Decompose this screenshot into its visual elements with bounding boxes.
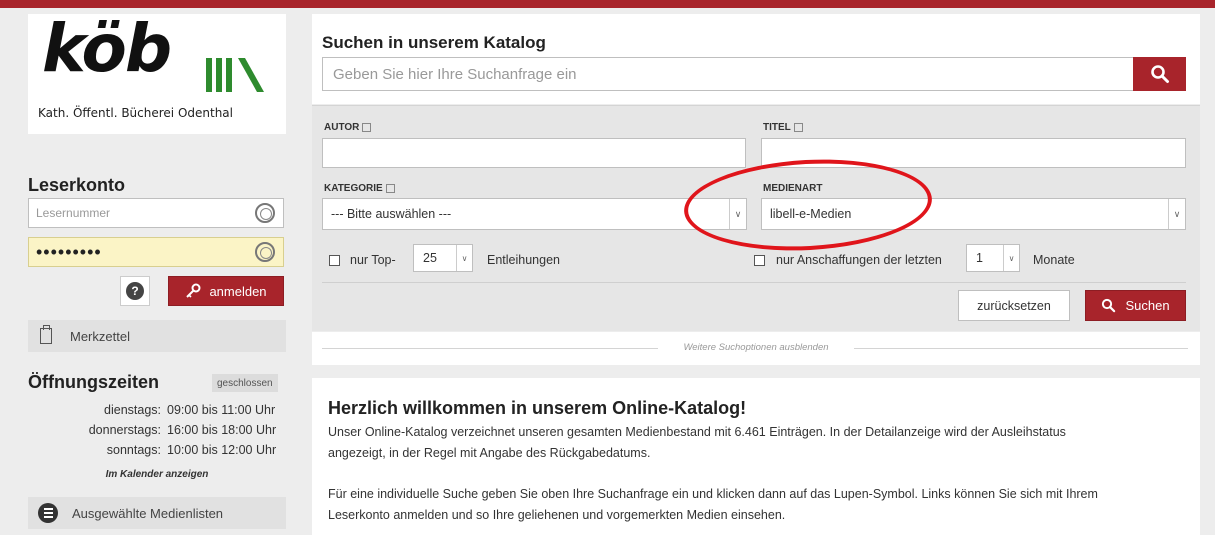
- password-field[interactable]: •••••••••: [28, 237, 284, 267]
- help-icon: ?: [126, 282, 144, 300]
- chevron-down-icon: ∨: [1168, 199, 1185, 229]
- welcome-paragraph-1: Unser Online-Katalog verzeichnet unseren…: [328, 422, 1188, 464]
- paragraph-line: Leserkonto anmelden und so Ihre geliehen…: [328, 508, 786, 522]
- advanced-search-label: Suchen: [1125, 298, 1170, 313]
- hours-day: sonntags:: [106, 443, 161, 457]
- reset-button[interactable]: zurücksetzen: [958, 290, 1070, 321]
- category-label-text: KATEGORIE: [324, 183, 383, 194]
- edit-icon[interactable]: [793, 123, 803, 132]
- author-input[interactable]: [322, 138, 746, 168]
- collapse-options-label: Weitere Suchoptionen ausblenden: [675, 342, 837, 353]
- opening-hours-list: dienstags: 09:00 bis 11:00 Uhr donnerstag…: [28, 400, 286, 460]
- category-select[interactable]: --- Bitte auswählen --- ∨: [322, 198, 747, 230]
- hours-row: sonntags: 10:00 bis 12:00 Uhr: [28, 440, 286, 460]
- account-heading: Leserkonto: [28, 175, 126, 195]
- top-count-value: 25: [423, 251, 437, 265]
- hours-time: 09:00 bis 11:00 Uhr: [167, 403, 276, 417]
- category-label: KATEGORIE: [324, 183, 395, 194]
- fingerprint-icon[interactable]: [255, 203, 275, 223]
- search-icon: [1150, 65, 1169, 83]
- password-value: •••••••••: [36, 241, 102, 262]
- new-acquisitions-label: nur Anschaffungen der letzten: [776, 253, 942, 267]
- library-logo[interactable]: köb Kath. Öffentl. Bücherei Odenthal: [28, 14, 286, 134]
- clipboard-icon: [40, 325, 52, 344]
- notepad-label: Merkzettel: [70, 328, 130, 344]
- calendar-link[interactable]: Im Kalender anzeigen: [28, 469, 286, 480]
- search-input[interactable]: Geben Sie hier Ihre Suchanfrage ein: [322, 57, 1134, 91]
- reader-number-placeholder: Lesernummer: [36, 206, 111, 220]
- months-value: 1: [976, 251, 983, 265]
- chevron-down-icon: ∨: [1003, 245, 1019, 271]
- opening-hours-heading: Öffnungszeiten: [28, 372, 159, 392]
- status-badge: geschlossen: [212, 374, 278, 392]
- advanced-search-button[interactable]: Suchen: [1085, 290, 1186, 321]
- reader-number-input[interactable]: Lesernummer: [28, 198, 284, 228]
- title-label-text: TITEL: [763, 122, 791, 133]
- search-heading: Suchen in unserem Katalog: [322, 33, 546, 52]
- category-value: --- Bitte auswählen ---: [331, 207, 452, 221]
- edit-icon[interactable]: [385, 184, 395, 193]
- hours-row: dienstags: 09:00 bis 11:00 Uhr: [28, 400, 286, 420]
- chevron-down-icon: ∨: [456, 245, 472, 271]
- paragraph-line: Für eine individuelle Suche geben Sie ob…: [328, 487, 1098, 501]
- hours-time: 10:00 bis 12:00 Uhr: [167, 443, 277, 457]
- hours-day: dienstags:: [104, 403, 161, 417]
- hours-time: 16:00 bis 18:00 Uhr: [167, 423, 277, 437]
- months-label: Monate: [1033, 253, 1075, 267]
- search-placeholder: Geben Sie hier Ihre Suchanfrage ein: [333, 65, 577, 83]
- search-icon: [1102, 298, 1116, 313]
- help-button[interactable]: ?: [120, 276, 150, 306]
- top-checkbox[interactable]: [329, 255, 340, 266]
- logo-subtitle: Kath. Öffentl. Bücherei Odenthal: [38, 106, 233, 120]
- hours-row: donnerstags: 16:00 bis 18:00 Uhr: [28, 420, 286, 440]
- search-button[interactable]: [1133, 57, 1186, 91]
- paragraph-line: angezeigt, in der Regel mit Angabe des R…: [328, 446, 651, 460]
- loans-label: Entleihungen: [487, 253, 560, 267]
- top-accent-bar: [0, 0, 1215, 8]
- fingerprint-icon[interactable]: [255, 242, 275, 262]
- edit-icon[interactable]: [362, 123, 372, 132]
- new-acquisitions-checkbox[interactable]: [754, 255, 765, 266]
- collapse-options-row[interactable]: Weitere Suchoptionen ausblenden: [312, 332, 1200, 365]
- login-label: anmelden: [209, 283, 267, 299]
- collapse-options-link[interactable]: Weitere Suchoptionen ausblenden: [312, 342, 1200, 353]
- author-label: AUTOR: [324, 122, 372, 133]
- welcome-paragraph-2: Für eine individuelle Suche geben Sie ob…: [328, 484, 1188, 526]
- top-label: nur Top-: [350, 253, 396, 267]
- notepad-link[interactable]: Merkzettel: [28, 320, 286, 352]
- months-select[interactable]: 1 ∨: [966, 244, 1020, 272]
- media-lists-link[interactable]: Ausgewählte Medienlisten: [28, 497, 286, 529]
- welcome-heading: Herzlich willkommen in unserem Online-Ka…: [328, 398, 747, 418]
- key-icon: [186, 283, 201, 298]
- login-button[interactable]: anmelden: [168, 276, 284, 306]
- hours-day: donnerstags:: [88, 423, 161, 437]
- books-icon: [206, 58, 264, 92]
- title-label: TITEL: [763, 122, 803, 133]
- divider: [322, 282, 1186, 283]
- top-count-select[interactable]: 25 ∨: [413, 244, 473, 272]
- paragraph-line: Unser Online-Katalog verzeichnet unseren…: [328, 425, 1066, 439]
- logo-wordmark: köb: [42, 10, 172, 87]
- list-icon: [38, 503, 58, 523]
- media-lists-label: Ausgewählte Medienlisten: [72, 505, 224, 521]
- author-label-text: AUTOR: [324, 122, 360, 133]
